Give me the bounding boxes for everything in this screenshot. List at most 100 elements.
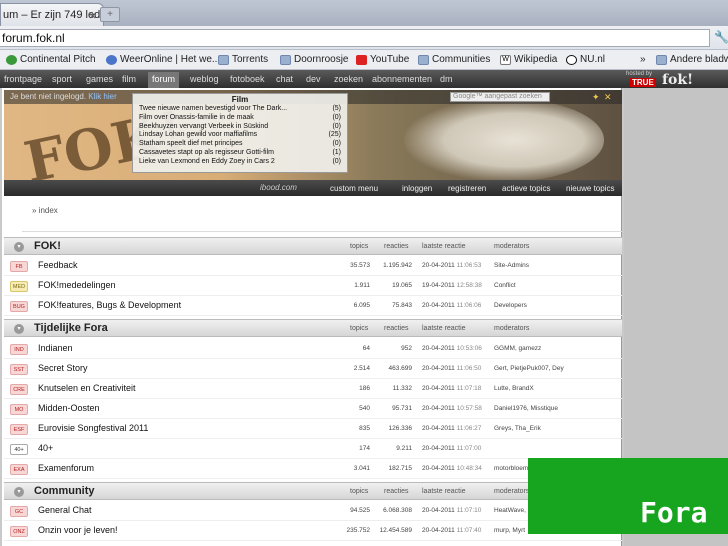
forum-row[interactable]: MO Midden-Oosten 540 95.731 20-04-2011 1…: [4, 399, 622, 419]
dropdown-item[interactable]: Lindsay Lohan gewild voor maffiafilms (25…: [139, 131, 341, 140]
last-reply[interactable]: 20-04-2011 11:06:50: [422, 365, 481, 372]
last-reply[interactable]: 20-04-2011 10:53:06: [422, 345, 482, 352]
moderators[interactable]: Greys, Tha_Erik: [494, 425, 541, 432]
moderators[interactable]: Site-Admins: [494, 262, 529, 269]
moderators[interactable]: murp, Myrt: [494, 527, 525, 534]
nav-frontpage[interactable]: frontpage: [4, 74, 42, 84]
nav-zoeken[interactable]: zoeken: [334, 74, 363, 84]
dropdown-item[interactable]: Film over Onassis-familie in de maak (0): [139, 114, 341, 123]
nav-sport[interactable]: sport: [52, 74, 72, 84]
magic-wand-icon[interactable]: ✦: [592, 92, 600, 103]
dropdown-item[interactable]: Twee nieuwe namen bevestigd voor The Dar…: [139, 105, 341, 114]
bookmark-other[interactable]: Andere bladwijzers: [656, 54, 728, 65]
last-reply[interactable]: 20-04-2011 11:07:00: [422, 445, 481, 452]
forum-row[interactable]: SST Secret Story 2.514 463.699 20-04-201…: [4, 359, 622, 379]
forum-name[interactable]: Onzin voor je leven!: [38, 525, 118, 535]
dropdown-item[interactable]: Beekhuyzen vervangt Verbeek in Süskind (0…: [139, 123, 341, 132]
section-header-fok[interactable]: ▾ FOK! topics reacties laatste reactie m…: [4, 237, 622, 255]
forum-row[interactable]: IND Indianen 64 952 20-04-2011 10:53:06 …: [4, 339, 622, 359]
forum-name[interactable]: Midden-Oosten: [38, 403, 100, 413]
forum-name[interactable]: Knutselen en Creativiteit: [38, 383, 136, 393]
bookmark-weeronline[interactable]: WeerOnline | Het we...: [106, 54, 220, 65]
dropdown-item[interactable]: Lieke van Lexmond en Eddy Zoey in Cars 2…: [139, 158, 341, 167]
nav-dev[interactable]: dev: [306, 74, 321, 84]
active-topics-link[interactable]: actieve topics: [502, 184, 550, 193]
login-link[interactable]: Klik hier: [88, 92, 116, 101]
last-reply[interactable]: 20-04-2011 10:57:58: [422, 405, 482, 412]
nav-abonnementen[interactable]: abonnementen: [372, 74, 432, 84]
forum-row[interactable]: CRE Knutselen en Creativiteit 186 11.332…: [4, 379, 622, 399]
fok-logo[interactable]: fok!: [662, 72, 693, 88]
last-reply[interactable]: 20-04-2011 11:07:40: [422, 527, 481, 534]
forum-row[interactable]: BUG FOK!features, Bugs & Development 6.0…: [4, 296, 622, 316]
moderators[interactable]: Conflict: [494, 282, 516, 289]
nav-film[interactable]: film: [122, 74, 136, 84]
last-reply[interactable]: 20-04-2011 11:06:53: [422, 262, 481, 269]
bookmarks-overflow-chevron[interactable]: »: [640, 54, 646, 65]
forum-name[interactable]: Feedback: [38, 260, 78, 270]
collapse-icon[interactable]: ▾: [14, 324, 24, 334]
google-search-input[interactable]: Google™ aangepast zoeken: [450, 92, 550, 102]
reacties-count: 463.699: [388, 365, 413, 372]
bookmark-nu[interactable]: NU.nl: [566, 54, 605, 65]
bookmark-doornroosje[interactable]: Doornroosje: [280, 54, 348, 65]
nav-weblog[interactable]: weblog: [190, 74, 219, 84]
custom-menu-link[interactable]: custom menu: [330, 184, 378, 193]
ibood-link[interactable]: ibood.com: [260, 183, 297, 192]
register-link[interactable]: registreren: [448, 184, 486, 193]
topics-count: 35.573: [350, 262, 370, 269]
last-reply[interactable]: 20-04-2011 11:06:06: [422, 302, 481, 309]
forum-badge: FB: [10, 261, 28, 272]
forum-name[interactable]: FOK!mededelingen: [38, 280, 116, 290]
forum-row[interactable]: FB Feedback 35.573 1.195.942 20-04-2011 …: [4, 256, 622, 276]
last-reply[interactable]: 20-04-2011 10:48:34: [422, 465, 482, 472]
moderators[interactable]: GGMM, gamezz: [494, 345, 541, 352]
moderators[interactable]: Daniel1976, Misstique: [494, 405, 558, 412]
forum-row[interactable]: MED FOK!mededelingen 1.911 19.065 19-04-…: [4, 276, 622, 296]
wrench-icon[interactable]: 🔧: [714, 30, 728, 44]
true-logo[interactable]: TRUE: [630, 78, 656, 87]
forum-name[interactable]: Indianen: [38, 343, 73, 353]
forum-name[interactable]: Eurovisie Songfestival 2011: [38, 423, 148, 433]
collapse-icon[interactable]: ▾: [14, 487, 24, 497]
bookmark-torrents[interactable]: Torrents: [218, 54, 268, 65]
new-tab-button[interactable]: +: [100, 7, 120, 22]
moderators[interactable]: motorbloemp: [494, 465, 532, 472]
film-dropdown: Film Twee nieuwe namen bevestigd voor Th…: [132, 93, 348, 173]
last-reply[interactable]: 19-04-2011 12:58:38: [422, 282, 482, 289]
nav-fotoboek[interactable]: fotoboek: [230, 74, 265, 84]
bookmark-communities[interactable]: Communities: [418, 54, 490, 65]
new-topics-link[interactable]: nieuwe topics: [566, 184, 614, 193]
moderators[interactable]: Developers: [494, 302, 527, 309]
bookmark-youtube[interactable]: YouTube: [356, 54, 409, 65]
bookmark-continental-pitch[interactable]: Continental Pitch: [6, 54, 96, 65]
url-field[interactable]: forum.fok.nl: [0, 29, 710, 47]
forum-name[interactable]: FOK!features, Bugs & Development: [38, 300, 181, 310]
dropdown-item[interactable]: Statham speelt dief met principes (0): [139, 140, 341, 149]
last-reply[interactable]: 20-04-2011 11:07:18: [422, 385, 481, 392]
last-reply[interactable]: 20-04-2011 11:07:10: [422, 507, 481, 514]
forum-row[interactable]: ESF Eurovisie Songfestival 2011 835 126.…: [4, 419, 622, 439]
breadcrumb[interactable]: » index: [32, 206, 58, 215]
moderators[interactable]: Lutte, BrandX: [494, 385, 534, 392]
section-header-tijdelijke-fora[interactable]: ▾ Tijdelijke Fora topics reacties laatst…: [4, 319, 622, 337]
bookmark-wikipedia[interactable]: W Wikipedia: [500, 54, 557, 65]
nav-games[interactable]: games: [86, 74, 113, 84]
moderators[interactable]: Gert, PietjePuk007, Dey: [494, 365, 564, 372]
forum-name[interactable]: General Chat: [38, 505, 92, 515]
last-reply[interactable]: 20-04-2011 11:06:27: [422, 425, 481, 432]
tools-icon[interactable]: ✕: [604, 92, 612, 103]
browser-tab[interactable]: um – Er zijn 749 leden ✕: [0, 3, 104, 26]
forum-name[interactable]: Secret Story: [38, 363, 88, 373]
login-menu-link[interactable]: inloggen: [402, 184, 432, 193]
nav-forum[interactable]: forum: [148, 72, 180, 88]
nav-chat[interactable]: chat: [276, 74, 293, 84]
forum-name[interactable]: 40+: [38, 443, 53, 453]
dropdown-item[interactable]: Cassavetes stapt op als regisseur Gotti-…: [139, 149, 341, 158]
nav-dm[interactable]: dm: [440, 74, 453, 84]
close-icon[interactable]: ✕: [89, 11, 97, 22]
forum-name[interactable]: Examenforum: [38, 463, 94, 473]
forum-row[interactable]: 40+ 40+ 174 9.211 20-04-2011 11:07:00: [4, 439, 622, 459]
collapse-icon[interactable]: ▾: [14, 242, 24, 252]
moderators[interactable]: HeatWave,: [494, 507, 526, 514]
